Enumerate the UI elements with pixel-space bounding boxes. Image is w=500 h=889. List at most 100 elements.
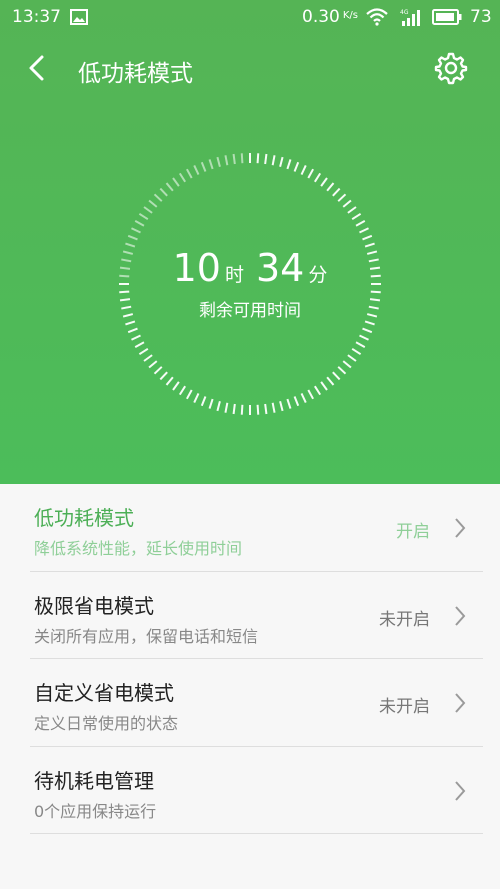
list-item-subtitle: 降低系统性能，延长使用时间 xyxy=(34,539,243,558)
dial-tick xyxy=(286,398,292,409)
dial-tick xyxy=(351,212,362,221)
dial-tick xyxy=(138,347,149,356)
dial-tick xyxy=(293,396,300,407)
dial-tick xyxy=(143,206,153,214)
battery-percent: 73 xyxy=(470,7,492,27)
dial-tick xyxy=(264,153,268,165)
dial-tick xyxy=(355,220,366,227)
dial-tick xyxy=(153,366,163,375)
dial-tick xyxy=(138,212,149,221)
dial-tick xyxy=(240,404,244,415)
list-item-standby-power-management[interactable]: 待机耗电管理 0个应用保持运行 xyxy=(0,747,500,834)
gear-icon[interactable] xyxy=(434,51,468,85)
dial-tick xyxy=(232,403,236,415)
hours-value: 10 xyxy=(172,246,221,290)
dial-tick xyxy=(134,341,145,348)
status-text: 未开启 xyxy=(379,609,430,630)
dial-tick xyxy=(279,156,284,168)
dial-tick xyxy=(307,168,314,179)
list-item-title: 待机耗电管理 xyxy=(34,768,154,793)
dial-tick xyxy=(127,234,138,241)
dial-tick xyxy=(193,393,200,403)
wifi-icon xyxy=(366,8,388,26)
dial-tick xyxy=(370,290,381,294)
chevron-right-icon xyxy=(455,518,466,538)
dial-tick xyxy=(200,161,207,172)
dial-tick xyxy=(159,187,168,197)
gallery-icon xyxy=(70,9,88,25)
dial-tick xyxy=(271,402,276,413)
status-bar: 13:37 0.30 K/s 4G 73 xyxy=(0,0,500,36)
dial-tick xyxy=(286,159,292,170)
dial-tick xyxy=(148,199,158,208)
dial-tick xyxy=(355,341,366,348)
chevron-right-icon xyxy=(455,605,466,626)
dial-tick xyxy=(347,206,357,214)
dial-tick xyxy=(300,165,307,175)
dial-tick xyxy=(332,371,341,381)
dial-tick xyxy=(186,389,193,400)
dial-tick xyxy=(131,227,141,234)
list-item-title: 自定义省电模式 xyxy=(34,681,174,705)
dial-tick xyxy=(148,360,158,369)
dial-tick xyxy=(307,389,314,400)
dial-tick xyxy=(256,153,260,164)
dial-tick xyxy=(134,220,145,227)
dial-tick xyxy=(337,366,347,375)
dial-tick xyxy=(271,155,276,166)
list-item-extreme-saving-mode[interactable]: 极限省电模式 关闭所有应用，保留电话和短信 未开启 xyxy=(0,572,500,659)
dial-tick xyxy=(256,404,260,415)
dial-tick xyxy=(320,177,328,187)
remaining-time-label: 剩余可用时间 xyxy=(199,301,301,321)
4g-signal-icon: 4G xyxy=(400,9,420,26)
dial-tick xyxy=(342,360,352,369)
page-title: 低功耗模式 xyxy=(78,61,193,87)
list-item-subtitle: 关闭所有应用，保留电话和短信 xyxy=(34,626,259,646)
dial-tick xyxy=(153,193,163,202)
dial-tick xyxy=(131,334,141,341)
dial-tick xyxy=(224,155,229,166)
dial-tick xyxy=(279,400,284,412)
dial-tick xyxy=(337,193,347,202)
dial-tick xyxy=(342,199,352,208)
dial-tick xyxy=(178,385,187,396)
dial-tick xyxy=(165,182,174,192)
list-item-title: 极限省电模式 xyxy=(34,593,154,618)
dial-tick xyxy=(119,290,130,294)
dial-tick xyxy=(359,334,369,341)
list-item-title: 低功耗模式 xyxy=(34,506,134,530)
dial-tick xyxy=(216,156,221,168)
divider xyxy=(30,833,483,834)
dial-tick xyxy=(313,172,322,183)
network-speed: 0.30 K/s xyxy=(302,7,358,27)
dial-tick xyxy=(125,320,136,326)
dial-tick xyxy=(347,354,357,362)
hours-unit: 时 xyxy=(224,264,244,286)
status-time: 13:37 xyxy=(12,7,61,27)
dial-tick xyxy=(326,182,335,192)
dial-tick xyxy=(178,172,187,183)
list-item-subtitle: 0个应用保持运行 xyxy=(34,801,157,821)
chevron-right-icon xyxy=(455,780,466,801)
dial-tick xyxy=(326,376,335,386)
dial-tick xyxy=(240,153,244,164)
dial-tick xyxy=(143,354,153,362)
dial-tick xyxy=(264,403,268,415)
remaining-time-readout: 10 时 34 分 xyxy=(0,246,500,290)
minutes-value: 34 xyxy=(256,246,305,290)
back-arrow-icon[interactable] xyxy=(22,52,54,84)
dial-tick xyxy=(208,398,214,409)
dial-tick xyxy=(193,165,200,175)
list-item-subtitle: 定义日常使用的状态 xyxy=(34,714,179,733)
dial-tick xyxy=(232,153,236,165)
dial-tick xyxy=(186,168,193,179)
dial-tick xyxy=(224,402,229,413)
svg-text:4G: 4G xyxy=(400,9,409,16)
list-item-low-power-mode[interactable]: 低功耗模式 降低系统性能，延长使用时间 开启 xyxy=(0,484,500,572)
dial-tick xyxy=(208,159,214,170)
list-item-custom-saving-mode[interactable]: 自定义省电模式 定义日常使用的状态 未开启 xyxy=(0,659,500,747)
dial-tick xyxy=(362,234,373,241)
dial-tick xyxy=(293,161,300,172)
dial-tick xyxy=(172,381,180,391)
status-text: 未开启 xyxy=(379,697,430,717)
